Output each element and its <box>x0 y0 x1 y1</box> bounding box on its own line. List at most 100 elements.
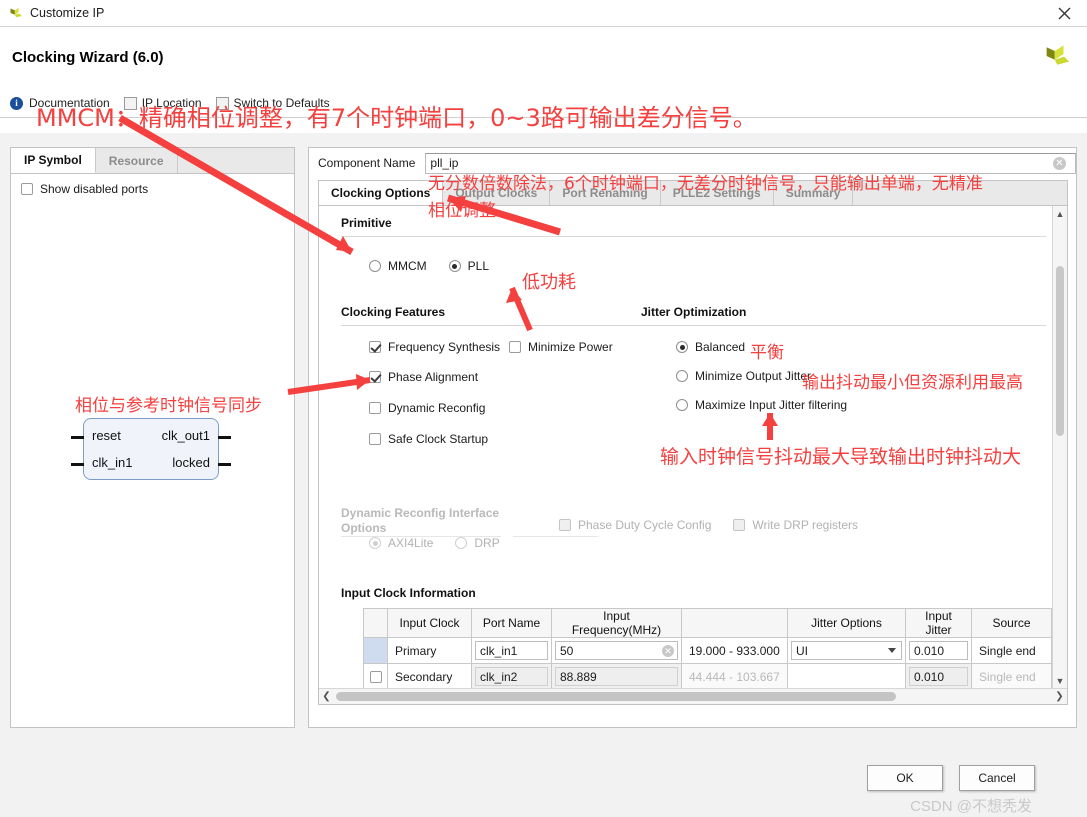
switch-defaults-icon <box>215 96 229 110</box>
show-disabled-ports-checkbox[interactable] <box>21 183 33 195</box>
tab-resource[interactable]: Resource <box>95 148 178 173</box>
jitter-optimization-heading: Jitter Optimization <box>641 305 747 319</box>
checkbox-safe-clock-startup[interactable] <box>369 433 381 445</box>
row-primary-jitter-options-select[interactable]: UI <box>791 641 902 660</box>
radio-maximize-input-jitter-filtering[interactable] <box>676 399 688 411</box>
horizontal-scrollbar-track[interactable] <box>334 692 1052 701</box>
row-secondary-input-jitter-input: 0.010 <box>909 667 968 686</box>
primitive-option-mmcm[interactable]: MMCM <box>369 259 427 273</box>
feature-dynamic-reconfig[interactable]: Dynamic Reconfig <box>369 401 641 415</box>
tab-summary[interactable]: Summary <box>774 181 854 205</box>
page-title: Clocking Wizard (6.0) <box>12 49 164 66</box>
checkbox-write-drp-registers[interactable] <box>733 519 746 531</box>
row-primary-input-jitter-cell[interactable]: 0.010 <box>905 637 972 664</box>
feature-label-frequency-synthesis: Frequency Synthesis <box>388 340 501 354</box>
info-icon: i <box>10 96 23 110</box>
radio-mmcm[interactable] <box>369 260 381 272</box>
checkbox-frequency-synthesis[interactable] <box>369 341 381 353</box>
close-icon[interactable] <box>1041 0 1087 27</box>
configuration-panel: Component Name pll_ip ✕ Clocking Options… <box>308 147 1077 728</box>
vertical-scrollbar[interactable]: ▲ ▼ <box>1052 206 1067 688</box>
dynamic-reconfig-option-axi4lite[interactable]: AXI4Lite <box>369 536 433 550</box>
feature-minimize-power[interactable]: Minimize Power <box>509 340 613 354</box>
tab-plle2-settings[interactable]: PLLE2 Settings <box>661 181 774 205</box>
checkbox-dynamic-reconfig[interactable] <box>369 402 381 414</box>
radio-minimize-output-jitter[interactable] <box>676 370 688 382</box>
tab-port-renaming[interactable]: Port Renaming <box>550 181 661 205</box>
col-port-name: Port Name <box>471 608 552 638</box>
col-jitter-options: Jitter Options <box>787 608 906 638</box>
dynamic-reconfig-check-phase-duty-cycle[interactable]: Phase Duty Cycle Config <box>559 518 711 532</box>
row-primary-jitter-options-cell[interactable]: UI <box>787 637 906 664</box>
row-primary-frequency-cell[interactable]: 50 ✕ <box>551 637 682 664</box>
table-row: Secondary clk_in2 88.889 44.444 - 103.66… <box>363 663 1052 688</box>
feature-phase-alignment[interactable]: Phase Alignment <box>369 370 641 384</box>
jitter-label-minimize-output-jitter: Minimize Output Jitter <box>695 369 812 383</box>
horizontal-scrollbar-thumb[interactable] <box>336 692 897 701</box>
clear-icon[interactable]: ✕ <box>662 645 674 657</box>
row-primary-frequency-value: 50 <box>560 643 574 658</box>
options-tab-container: Clocking Options Output Clocks Port Rena… <box>318 180 1068 705</box>
jitter-option-minimize-output-jitter[interactable]: Minimize Output Jitter <box>676 369 1019 383</box>
jitter-option-maximize-input-jitter-filtering[interactable]: Maximize Input Jitter filtering <box>676 398 1019 412</box>
dynamic-reconfig-label-drp: DRP <box>474 536 500 550</box>
row-primary-jitter-options-value: UI <box>796 643 808 658</box>
pin-clk-in1 <box>71 463 84 466</box>
vertical-scrollbar-thumb[interactable] <box>1056 266 1064 436</box>
row-secondary-frequency-cell: 88.889 <box>551 663 682 688</box>
checkbox-minimize-power[interactable] <box>509 341 521 353</box>
divider <box>341 325 641 326</box>
port-label-locked: locked <box>172 455 210 470</box>
tabstrip-filler <box>177 148 294 173</box>
left-panel-tabstrip: IP Symbol Resource <box>11 148 294 174</box>
tab-ip-symbol[interactable]: IP Symbol <box>11 148 96 173</box>
checkbox-phase-alignment[interactable] <box>369 371 381 383</box>
window-title: Customize IP <box>30 6 105 20</box>
row-primary-select[interactable] <box>363 637 388 664</box>
dynamic-reconfig-option-drp[interactable]: DRP <box>455 536 500 550</box>
chevron-down-icon[interactable] <box>888 648 896 653</box>
scroll-right-icon[interactable]: ❯ <box>1052 691 1067 702</box>
row-secondary-range: 44.444 - 103.667 <box>681 663 788 688</box>
row-secondary-jitter-options <box>787 663 906 688</box>
divider <box>513 536 598 537</box>
radio-pll[interactable] <box>448 260 461 272</box>
jitter-optimization-group: Jitter Optimization Balanced Minimize Ou… <box>641 305 1046 446</box>
scroll-left-icon[interactable]: ❮ <box>319 691 334 702</box>
ok-button[interactable]: OK <box>867 765 943 791</box>
col-select <box>363 608 388 638</box>
radio-axi4lite[interactable] <box>369 537 381 549</box>
row-primary-input-jitter-input[interactable]: 0.010 <box>909 641 968 660</box>
scroll-up-icon[interactable]: ▲ <box>1053 206 1067 221</box>
divider <box>341 236 1046 237</box>
panel-horizontal-scrollbar-outer <box>10 797 1077 813</box>
primitive-option-pll[interactable]: PLL <box>448 259 489 273</box>
feature-safe-clock-startup[interactable]: Safe Clock Startup <box>369 432 641 446</box>
clear-icon[interactable]: ✕ <box>1053 157 1066 170</box>
feature-label-dynamic-reconfig: Dynamic Reconfig <box>388 401 486 415</box>
jitter-option-balanced[interactable]: Balanced <box>676 340 1019 354</box>
row-secondary-select[interactable] <box>363 663 388 688</box>
tab-clocking-options[interactable]: Clocking Options <box>319 181 444 205</box>
toolbar-item-documentation[interactable]: Documentation <box>29 96 110 110</box>
horizontal-scrollbar[interactable]: ❮ ❯ <box>319 688 1067 704</box>
cancel-button[interactable]: Cancel <box>959 765 1035 791</box>
tab-output-clocks[interactable]: Output Clocks <box>443 181 551 205</box>
component-name-row: Component Name pll_ip ✕ <box>309 148 1076 178</box>
ip-symbol-panel: IP Symbol Resource Show disabled ports r… <box>10 147 295 728</box>
dynamic-reconfig-check-write-drp[interactable]: Write DRP registers <box>733 518 858 532</box>
feature-frequency-synthesis[interactable]: Frequency Synthesis <box>369 340 509 354</box>
row-primary-frequency-input[interactable]: 50 ✕ <box>555 641 678 660</box>
radio-drp[interactable] <box>455 537 468 549</box>
radio-balanced[interactable] <box>676 341 688 353</box>
row-secondary-source: Single end <box>971 663 1052 688</box>
checkbox-secondary-clock[interactable] <box>369 671 382 684</box>
row-primary-port-name-input[interactable]: clk_in1 <box>475 641 548 660</box>
toolbar-item-ip-location[interactable]: IP Location <box>142 96 202 110</box>
scroll-down-icon[interactable]: ▼ <box>1053 673 1067 688</box>
toolbar-item-switch-to-defaults[interactable]: Switch to Defaults <box>234 96 330 110</box>
checkbox-phase-duty-cycle-config[interactable] <box>559 519 571 531</box>
component-name-input[interactable]: pll_ip <box>425 152 1076 174</box>
row-primary-port-name-cell[interactable]: clk_in1 <box>471 637 552 664</box>
show-disabled-ports-row[interactable]: Show disabled ports <box>11 174 294 196</box>
